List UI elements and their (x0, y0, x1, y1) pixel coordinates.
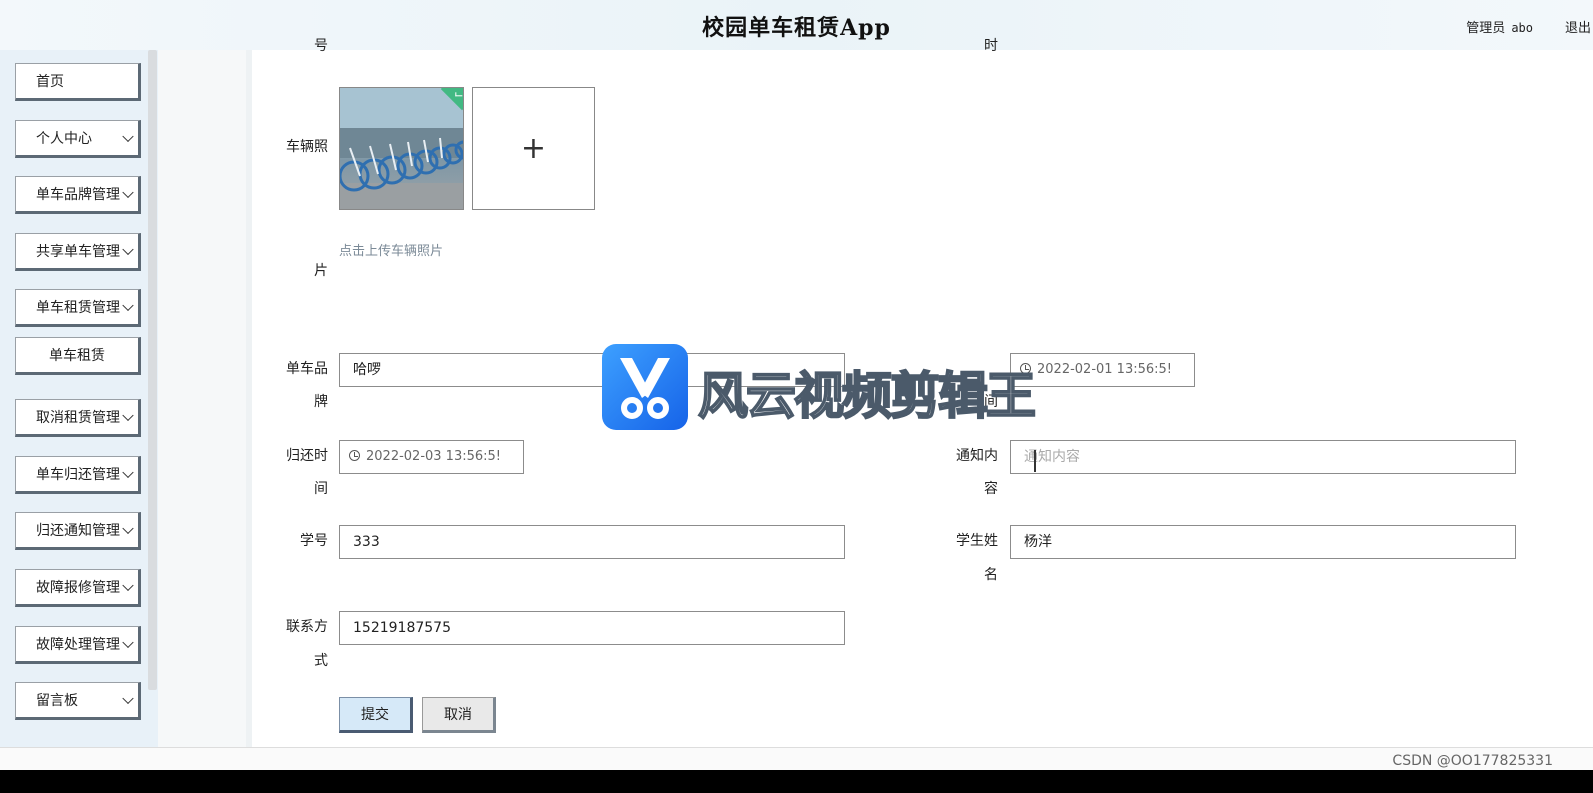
sidebar-item-label: 单车租赁 (49, 348, 105, 364)
sidebar-item-9[interactable]: 故障报修管理 (15, 569, 141, 607)
sidebar-item-label: 个人中心 (36, 131, 92, 147)
username: abo (1511, 21, 1533, 35)
bike-photo-image (340, 88, 463, 209)
student-name-field[interactable]: 杨洋 (1010, 525, 1516, 559)
sidebar-item-10[interactable]: 故障处理管理 (15, 626, 141, 664)
sidebar-scrollbar[interactable] (148, 50, 157, 690)
sidebar-item-1[interactable]: 个人中心 (15, 120, 141, 158)
clock-icon (349, 450, 360, 461)
chevron-down-icon (122, 692, 134, 705)
partial-label-right: 时 (984, 38, 998, 54)
watermark-logo-icon (602, 344, 688, 430)
partial-label-left: 号 (314, 38, 328, 54)
sidebar-item-7[interactable]: 单车归还管理 (15, 456, 141, 494)
bottom-status-bar (0, 747, 1593, 770)
sidebar-item-label: 单车品牌管理 (36, 187, 120, 203)
contact-field[interactable]: 15219187575 (339, 611, 845, 645)
photo-label: 车辆照 (286, 139, 328, 155)
user-info: 管理员 abo (1466, 17, 1533, 36)
brand-label: 单车品 (286, 361, 328, 377)
sidebar-item-4[interactable]: 单车租赁管理 (15, 289, 141, 327)
text-cursor-icon (1034, 450, 1036, 472)
content-margin (158, 50, 246, 747)
notice-label-line2: 容 (984, 481, 998, 497)
csdn-watermark: CSDN @OO177825331 (1392, 753, 1553, 769)
brand-label-line2: 牌 (314, 394, 328, 410)
chevron-down-icon (122, 130, 134, 143)
logout-link[interactable]: 退出 (1565, 17, 1593, 36)
rent-time-field[interactable]: 2022-02-01 13:56:5! (1010, 353, 1195, 387)
sidebar-item-label: 故障处理管理 (36, 637, 120, 653)
contact-label: 联系方 (286, 619, 328, 635)
contact-label-line2: 式 (314, 653, 328, 669)
submit-button[interactable]: 提交 (339, 697, 413, 733)
sidebar-item-label: 取消租赁管理 (36, 410, 120, 426)
sidebar-item-11[interactable]: 留言板 (15, 682, 141, 720)
chevron-down-icon (122, 522, 134, 535)
upload-photo-button[interactable]: + (472, 87, 595, 210)
sidebar-item-6[interactable]: 取消租赁管理 (15, 399, 141, 437)
app-title: 校园单车租赁App (702, 15, 891, 41)
sidebar-item-label: 单车归还管理 (36, 467, 120, 483)
sidebar-item-label: 首页 (36, 74, 64, 90)
student-id-label: 学号 (300, 533, 328, 549)
sidebar-item-5[interactable]: 单车租赁 (15, 337, 141, 375)
watermark-text: 风云视频剪辑王 (697, 366, 1037, 426)
notice-label: 通知内 (956, 448, 998, 464)
sidebar-item-label: 单车租赁管理 (36, 300, 120, 316)
app-header: 校园单车租赁App 管理员 abo 退出 (0, 0, 1593, 50)
chevron-down-icon (122, 636, 134, 649)
student-name-label: 学生姓 (956, 533, 998, 549)
bike-photo-thumbnail[interactable] (339, 87, 464, 210)
chevron-down-icon (122, 299, 134, 312)
sidebar-item-label: 留言板 (36, 693, 78, 709)
return-time-field[interactable]: 2022-02-03 13:56:5! (339, 440, 524, 474)
chevron-down-icon (122, 409, 134, 422)
upload-hint: 点击上传车辆照片 (339, 244, 444, 259)
sidebar-item-label: 共享单车管理 (36, 244, 120, 260)
return-time-value: 2022-02-03 13:56:5! (366, 449, 502, 464)
scissors-icon (620, 358, 670, 419)
sidebar-item-3[interactable]: 共享单车管理 (15, 233, 141, 271)
chevron-down-icon (122, 186, 134, 199)
return-time-label: 归还时 (286, 448, 328, 464)
student-name-label-line2: 名 (984, 567, 998, 583)
sidebar-item-8[interactable]: 归还通知管理 (15, 512, 141, 550)
video-letterbox-bar (0, 770, 1593, 793)
photo-label-line2: 片 (314, 263, 328, 279)
student-id-field[interactable]: 333 (339, 525, 845, 559)
sidebar-item-label: 故障报修管理 (36, 580, 120, 596)
content-margin-edge (246, 50, 252, 747)
notice-content-input[interactable]: 通知内容 (1010, 440, 1516, 474)
rent-time-value: 2022-02-01 13:56:5! (1037, 362, 1173, 377)
return-time-label-line2: 间 (314, 481, 328, 497)
user-role-label: 管理员 (1466, 21, 1506, 36)
chevron-down-icon (122, 466, 134, 479)
sidebar-item-2[interactable]: 单车品牌管理 (15, 176, 141, 214)
sidebar-item-label: 归还通知管理 (36, 523, 120, 539)
sidebar-item-0[interactable]: 首页 (15, 63, 141, 101)
cancel-button[interactable]: 取消 (422, 697, 496, 733)
chevron-down-icon (122, 243, 134, 256)
chevron-down-icon (122, 579, 134, 592)
plus-icon: + (520, 131, 547, 166)
